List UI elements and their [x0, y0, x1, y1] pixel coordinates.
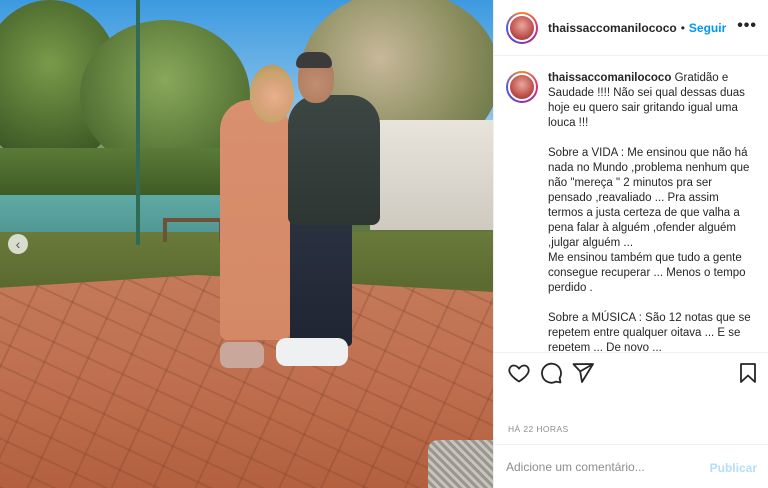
more-options-icon[interactable]: •••	[737, 17, 757, 35]
photo-bench	[163, 218, 223, 242]
heart-icon[interactable]	[507, 361, 531, 385]
comment-bubble-icon[interactable]	[539, 361, 563, 385]
comment-input[interactable]	[506, 459, 706, 474]
avatar-image	[508, 73, 536, 101]
photo-wall	[370, 120, 493, 230]
author-avatar[interactable]	[506, 11, 538, 44]
photo-woman-shoes	[220, 342, 264, 368]
photo-wicker-chair	[428, 440, 493, 488]
caption-text: Gratidão e Saudade !!!! Não sei qual des…	[548, 72, 751, 351]
photo-pole	[136, 0, 140, 245]
action-bar	[494, 352, 768, 392]
author-username[interactable]: thaissaccomanilococo	[548, 21, 677, 35]
photo-woman-head	[250, 65, 294, 123]
carousel-prev-button[interactable]: ‹	[8, 234, 28, 254]
follow-button[interactable]: Seguir	[689, 21, 726, 35]
photo-man	[288, 95, 380, 225]
photo-man-cap	[296, 52, 332, 68]
avatar-image	[508, 13, 536, 42]
post-caption: thaissaccomanilococo Gratidão e Saudade …	[548, 71, 756, 351]
photo-man-legs	[290, 218, 352, 346]
post-photo[interactable]: ‹	[0, 0, 493, 488]
post-side-panel: thaissaccomanilococo • Seguir ••• thaiss…	[493, 0, 768, 488]
photo-hedge	[0, 148, 240, 196]
post-timestamp[interactable]: HÁ 22 HORAS	[508, 424, 569, 434]
caption-username[interactable]: thaissaccomanilococo	[548, 72, 671, 84]
caption-area: thaissaccomanilococo Gratidão e Saudade …	[494, 57, 768, 351]
caption-author-avatar[interactable]	[506, 71, 538, 103]
comment-form: Publicar	[494, 444, 768, 488]
post-header: thaissaccomanilococo • Seguir •••	[494, 0, 768, 56]
bookmark-icon[interactable]	[736, 361, 760, 385]
paper-plane-icon[interactable]	[571, 361, 595, 385]
publish-button[interactable]: Publicar	[710, 461, 757, 475]
photo-woman	[220, 100, 290, 340]
photo-man-shoes	[276, 338, 348, 366]
separator-dot: •	[680, 20, 685, 35]
